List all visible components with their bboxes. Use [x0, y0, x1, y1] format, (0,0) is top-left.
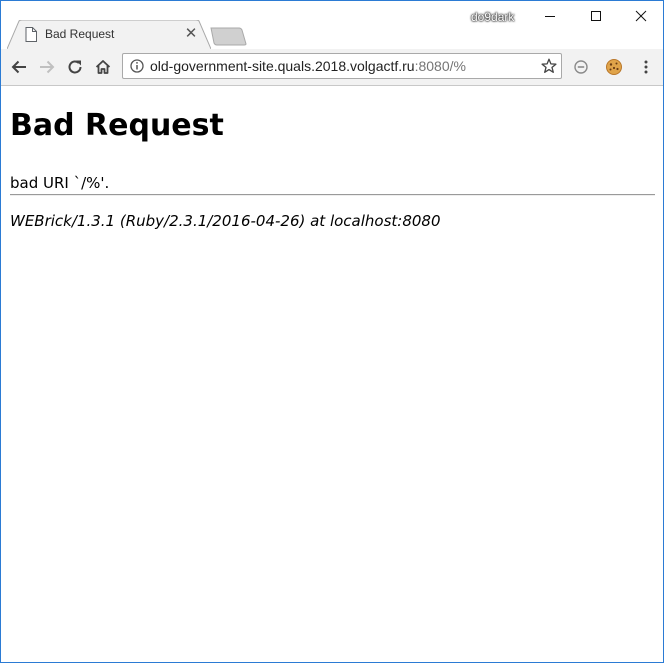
forward-button[interactable]	[36, 56, 58, 78]
title-bar: Bad Request ✕ do9dark	[1, 1, 663, 49]
close-window-button[interactable]	[618, 1, 663, 31]
server-signature: WEBrick/1.3.1 (Ruby/2.3.1/2016-04-26) at…	[10, 212, 441, 230]
block-extension-button[interactable]	[570, 56, 592, 78]
home-button[interactable]	[92, 56, 114, 78]
error-message: bad URI `/%'.	[10, 174, 110, 192]
kebab-menu-icon	[644, 60, 648, 74]
new-tab-button[interactable]	[209, 27, 249, 46]
browser-menu-button[interactable]	[635, 56, 657, 78]
minimize-button[interactable]	[527, 1, 573, 31]
browser-toolbar: old-government-site.quals.2018.volgactf.…	[1, 49, 663, 86]
arrow-left-icon	[11, 60, 26, 74]
home-icon	[95, 60, 111, 74]
cookie-extension-button[interactable]	[603, 56, 625, 78]
back-button[interactable]	[8, 56, 30, 78]
arrow-right-icon	[40, 60, 55, 74]
page-icon	[25, 27, 37, 42]
url-port-path: :8080/%	[414, 58, 466, 74]
maximize-button[interactable]	[573, 1, 619, 31]
page-content: Bad Request bad URI `/%'. WEBrick/1.3.1 …	[1, 86, 663, 662]
close-window-icon	[635, 10, 647, 22]
page-heading: Bad Request	[10, 108, 224, 143]
block-icon	[574, 60, 588, 74]
url-host: old-government-site.quals.2018.volgactf.…	[150, 58, 415, 74]
profile-name[interactable]: do9dark	[471, 10, 514, 24]
address-bar[interactable]: old-government-site.quals.2018.volgactf.…	[122, 53, 562, 79]
browser-window: Bad Request ✕ do9dark old-government-sit…	[0, 0, 664, 663]
url-text[interactable]: old-government-site.quals.2018.volgactf.…	[150, 58, 466, 74]
info-icon[interactable]	[130, 59, 144, 73]
tab-title: Bad Request	[45, 27, 115, 41]
cookie-icon	[606, 59, 622, 75]
close-icon[interactable]: ✕	[183, 26, 199, 42]
reload-button[interactable]	[64, 56, 86, 78]
minimize-icon	[545, 16, 555, 17]
reload-icon	[68, 60, 82, 74]
tab-bad-request[interactable]: Bad Request ✕	[7, 20, 211, 49]
star-icon[interactable]	[541, 58, 557, 74]
maximize-icon	[591, 11, 601, 21]
divider	[10, 194, 655, 196]
